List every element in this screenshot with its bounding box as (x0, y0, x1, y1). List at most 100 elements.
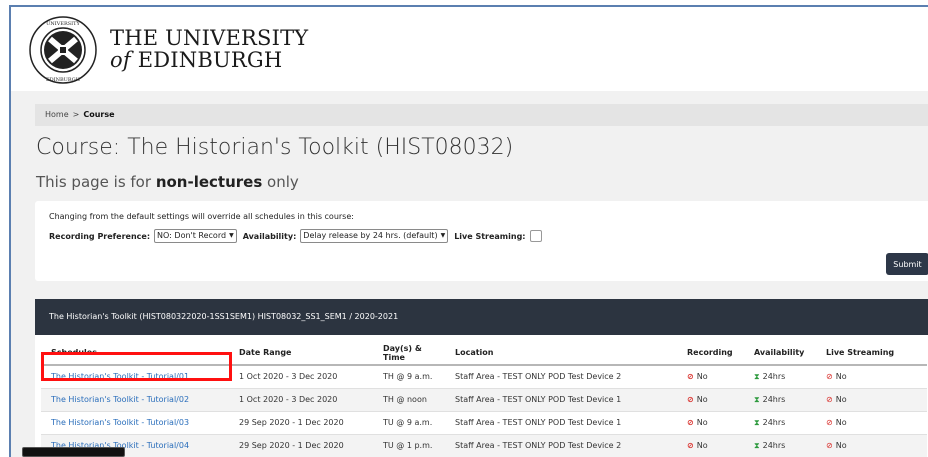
col-days-time: Day(s) & Time (373, 341, 445, 366)
availability-value: 24hrs (762, 394, 786, 404)
page-title: Course: The Historian's Toolkit (HIST080… (36, 135, 514, 160)
no-entry-icon: ⊘ (687, 441, 694, 450)
availability-value: 24hrs (762, 417, 786, 427)
university-name-of: of (110, 48, 131, 72)
schedule-cell: The Historian's Toolkit - Tutorial/02 (41, 388, 229, 412)
svg-text:EDINBURGH: EDINBURGH (46, 77, 81, 83)
recording-preference-select[interactable]: NO: Don't Record ▼ (154, 229, 237, 243)
university-name-line1: THE UNIVERSITY (110, 26, 309, 50)
recording-cell: ⊘ No (677, 411, 744, 435)
availability-cell: ⧗ 24hrs (744, 411, 816, 435)
recording-value: No (696, 441, 708, 450)
location-cell: Staff Area - TEST ONLY POD Test Device 1 (445, 411, 677, 435)
university-name-line2: of EDINBURGH (110, 49, 308, 71)
availability-value: 24hrs (762, 371, 786, 381)
col-recording: Recording (677, 341, 744, 366)
overlay-tooltip (22, 447, 125, 457)
settings-card: Changing from the default settings will … (35, 201, 928, 281)
chevron-down-icon: ▼ (229, 232, 234, 239)
live-streaming-cell: ⊘ No (816, 411, 927, 435)
availability-select[interactable]: Delay release by 24 hrs. (default) ▼ (300, 229, 449, 243)
location-cell: Staff Area - TEST ONLY POD Test Device 2 (445, 365, 677, 389)
location-cell: Staff Area - TEST ONLY POD Test Device 2 (445, 434, 677, 457)
hourglass-icon: ⧗ (754, 440, 760, 450)
hourglass-icon: ⧗ (754, 394, 760, 404)
breadcrumb-home-link[interactable]: Home (45, 110, 69, 119)
recording-value: No (696, 395, 708, 404)
schedule-link[interactable]: The Historian's Toolkit - Tutorial/02 (51, 395, 189, 404)
no-broadcast-icon: ⊘ (826, 372, 833, 382)
page-subtitle: This page is for non-lectures only (36, 173, 299, 191)
availability-cell: ⧗ 24hrs (744, 434, 816, 457)
col-date-range: Date Range (229, 341, 373, 366)
location-cell: Staff Area - TEST ONLY POD Test Device 1 (445, 388, 677, 412)
time-cell: TU @ 1 p.m. (373, 434, 445, 457)
hourglass-icon: ⧗ (754, 417, 760, 427)
settings-note: Changing from the default settings will … (49, 212, 354, 221)
table-header-row: Schedules Date Range Day(s) & Time Locat… (41, 341, 927, 366)
availability-cell: ⧗ 24hrs (744, 388, 816, 412)
availability-value: 24hrs (762, 440, 786, 450)
schedule-table-card: The Historian's Toolkit (HIST080322020-1… (35, 299, 928, 457)
no-entry-icon: ⊘ (687, 418, 694, 427)
date-range-cell: 1 Oct 2020 - 3 Dec 2020 (229, 388, 373, 412)
no-broadcast-icon: ⊘ (826, 418, 833, 427)
recording-cell: ⊘ No (677, 388, 744, 412)
col-availability: Availability (744, 341, 816, 366)
hourglass-icon: ⧗ (754, 371, 760, 381)
breadcrumb: Home > Course (35, 104, 928, 126)
availability-label: Availability: (242, 231, 297, 241)
col-schedules: Schedules (41, 341, 229, 366)
live-streaming-value: No (835, 372, 847, 382)
svg-text:UNIVERSITY: UNIVERSITY (46, 21, 80, 27)
live-streaming-cell: ⊘ No (816, 434, 927, 457)
schedule-table: Schedules Date Range Day(s) & Time Locat… (41, 341, 927, 457)
schedule-table-header-bar: The Historian's Toolkit (HIST080322020-1… (35, 299, 928, 335)
availability-cell: ⧗ 24hrs (744, 365, 816, 389)
table-row: The Historian's Toolkit - Tutorial/01 1 … (41, 365, 927, 389)
date-range-cell: 29 Sep 2020 - 1 Dec 2020 (229, 411, 373, 435)
table-row: The Historian's Toolkit - Tutorial/04 29… (41, 434, 927, 457)
settings-row: Recording Preference: NO: Don't Record ▼ … (49, 229, 542, 243)
browser-frame: UNIVERSITY EDINBURGH THE UNIVERSITY of E… (9, 5, 928, 457)
col-location: Location (445, 341, 677, 366)
no-broadcast-icon: ⊘ (826, 441, 833, 450)
date-range-cell: 1 Oct 2020 - 3 Dec 2020 (229, 365, 373, 389)
schedule-cell: The Historian's Toolkit - Tutorial/01 (41, 365, 229, 389)
recording-cell: ⊘ No (677, 365, 744, 389)
breadcrumb-separator: > (72, 110, 80, 119)
time-cell: TH @ noon (373, 388, 445, 412)
recording-value: No (696, 372, 708, 382)
live-streaming-label: Live Streaming: (454, 231, 526, 241)
schedule-link[interactable]: The Historian's Toolkit - Tutorial/01 (51, 372, 189, 381)
university-crest-logo[interactable]: UNIVERSITY EDINBURGH (28, 15, 98, 85)
live-streaming-cell: ⊘ No (816, 365, 927, 389)
table-row: The Historian's Toolkit - Tutorial/03 29… (41, 411, 927, 435)
recording-value: No (696, 418, 708, 427)
chevron-down-icon: ▼ (440, 232, 446, 239)
date-range-cell: 29 Sep 2020 - 1 Dec 2020 (229, 434, 373, 457)
breadcrumb-current: Course (83, 110, 115, 119)
live-streaming-checkbox[interactable] (529, 230, 542, 242)
live-streaming-cell: ⊘ No (816, 388, 927, 412)
live-streaming-value: No (835, 441, 847, 450)
table-row: The Historian's Toolkit - Tutorial/02 1 … (41, 388, 927, 412)
no-entry-icon: ⊘ (687, 395, 694, 404)
time-cell: TU @ 9 a.m. (373, 411, 445, 435)
recording-preference-label: Recording Preference: (49, 231, 151, 241)
site-header: UNIVERSITY EDINBURGH THE UNIVERSITY of E… (11, 7, 928, 91)
live-streaming-value: No (835, 418, 847, 427)
submit-button[interactable]: Submit (886, 253, 928, 275)
schedule-link[interactable]: The Historian's Toolkit - Tutorial/03 (51, 418, 189, 427)
no-broadcast-icon: ⊘ (826, 395, 833, 404)
schedule-cell: The Historian's Toolkit - Tutorial/03 (41, 411, 229, 435)
col-live-streaming: Live Streaming (816, 341, 927, 366)
time-cell: TH @ 9 a.m. (373, 365, 445, 389)
subtitle-prefix: This page is for (36, 173, 152, 191)
university-name[interactable]: THE UNIVERSITY of EDINBURGH (110, 27, 308, 71)
availability-value: Delay release by 24 hrs. (default) (303, 231, 438, 240)
recording-preference-value: NO: Don't Record (157, 231, 227, 240)
subtitle-suffix: only (267, 173, 299, 191)
no-entry-icon: ⊘ (687, 372, 694, 382)
live-streaming-value: No (835, 395, 847, 404)
